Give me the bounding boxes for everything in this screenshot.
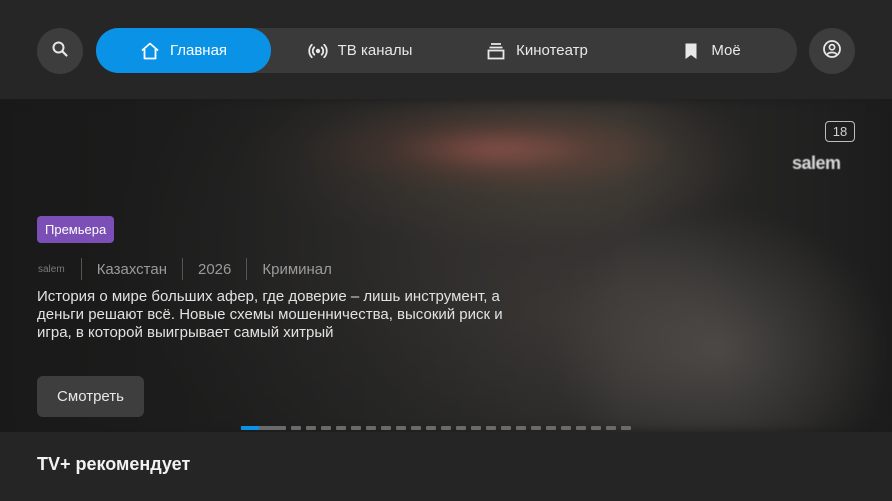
broadcast-icon bbox=[307, 41, 328, 61]
tab-label: Главная bbox=[169, 42, 228, 59]
tab-label: Моё bbox=[711, 42, 741, 59]
carousel-indicator[interactable] bbox=[411, 426, 421, 430]
bookmark-icon bbox=[681, 41, 701, 61]
carousel-indicator[interactable] bbox=[441, 426, 451, 430]
content-meta: salem Казахстан 2026 Криминал bbox=[38, 257, 332, 281]
home-icon bbox=[140, 41, 160, 61]
meta-brand-logo: salem bbox=[38, 263, 65, 275]
age-rating-badge: 18 bbox=[825, 121, 855, 142]
meta-divider bbox=[246, 258, 248, 280]
carousel-indicator[interactable] bbox=[471, 426, 481, 430]
carousel-indicator[interactable] bbox=[306, 426, 316, 430]
carousel-indicator[interactable] bbox=[546, 426, 556, 430]
tab-my[interactable]: Моё bbox=[625, 28, 797, 73]
tab-home[interactable]: Главная bbox=[96, 28, 271, 73]
brand-logo: salem bbox=[792, 153, 841, 173]
tab-label: ТВ каналы bbox=[337, 42, 413, 59]
film-stack-icon bbox=[486, 41, 506, 61]
carousel-indicator[interactable] bbox=[501, 426, 511, 430]
carousel-indicator[interactable] bbox=[516, 426, 526, 430]
tab-tv-channels[interactable]: ТВ каналы bbox=[271, 28, 449, 73]
carousel-indicator[interactable] bbox=[336, 426, 346, 430]
search-icon bbox=[51, 40, 69, 63]
carousel-indicator[interactable] bbox=[456, 426, 466, 430]
carousel-indicator[interactable] bbox=[396, 426, 406, 430]
profile-button[interactable] bbox=[809, 28, 855, 74]
meta-genre: Криминал bbox=[262, 260, 332, 278]
hero-banner[interactable]: 18 salem Премьера salem Казахстан 2026 К… bbox=[0, 99, 892, 432]
carousel-indicator[interactable] bbox=[366, 426, 376, 430]
carousel-indicator[interactable] bbox=[486, 426, 496, 430]
carousel-indicator[interactable] bbox=[381, 426, 391, 430]
tab-cinema[interactable]: Кинотеатр bbox=[449, 28, 625, 73]
main-nav-tabs: Главная ТВ каналы Кинотеатр Моё bbox=[96, 28, 797, 73]
user-circle-icon bbox=[822, 39, 842, 64]
carousel-indicators bbox=[241, 426, 631, 430]
meta-year: 2026 bbox=[197, 260, 232, 278]
carousel-indicator[interactable] bbox=[426, 426, 436, 430]
premiere-badge: Премьера bbox=[37, 216, 115, 243]
carousel-indicator[interactable] bbox=[351, 426, 361, 430]
carousel-indicator-active[interactable] bbox=[241, 426, 286, 430]
carousel-indicator[interactable] bbox=[606, 426, 616, 430]
watch-button[interactable]: Смотреть bbox=[37, 376, 144, 417]
carousel-indicator[interactable] bbox=[561, 426, 571, 430]
carousel-indicator[interactable] bbox=[576, 426, 586, 430]
section-title-recommendations: TV+ рекомендует bbox=[37, 454, 191, 474]
carousel-progress-fill bbox=[241, 426, 259, 430]
search-button[interactable] bbox=[37, 28, 83, 74]
top-navigation-bar: Главная ТВ каналы Кинотеатр Моё bbox=[0, 0, 892, 100]
meta-divider bbox=[181, 258, 183, 280]
content-description: История о мире больших афер, где доверие… bbox=[37, 288, 503, 341]
carousel-indicator[interactable] bbox=[531, 426, 541, 430]
carousel-indicator[interactable] bbox=[291, 426, 301, 430]
tab-label: Кинотеатр bbox=[516, 42, 588, 59]
carousel-indicator[interactable] bbox=[321, 426, 331, 430]
carousel-indicator[interactable] bbox=[591, 426, 601, 430]
meta-divider bbox=[80, 258, 82, 280]
carousel-indicator[interactable] bbox=[621, 426, 631, 430]
meta-country: Казахстан bbox=[96, 260, 167, 278]
